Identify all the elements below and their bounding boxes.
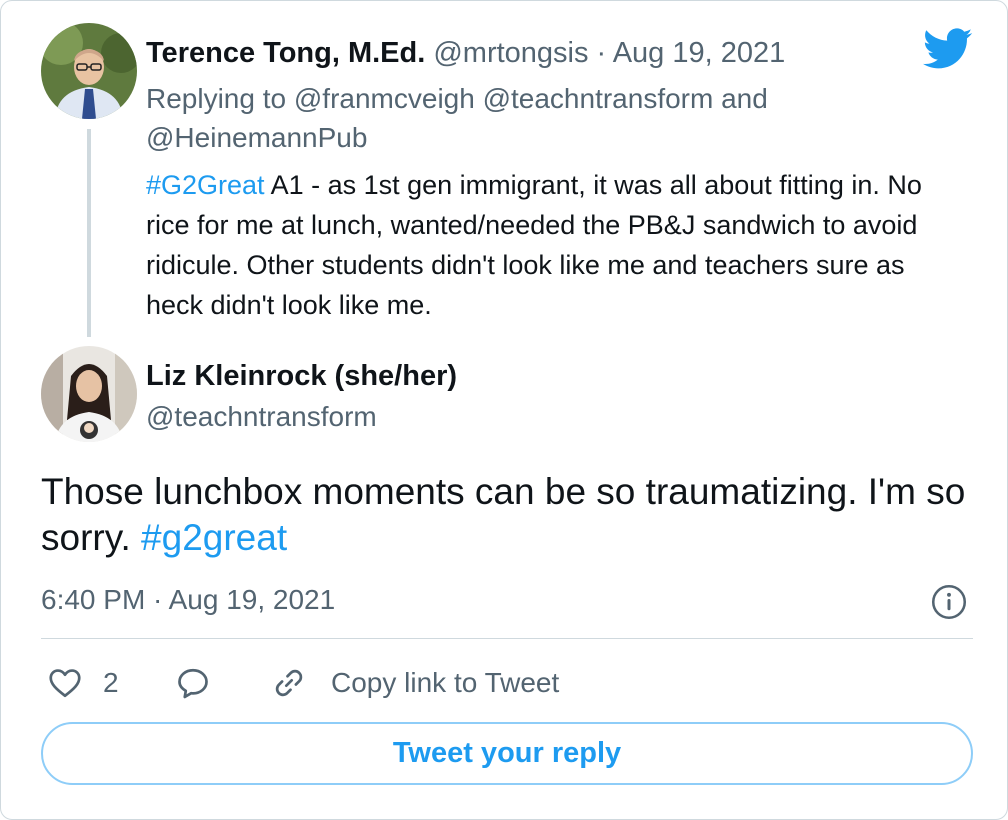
like-count: 2 — [103, 667, 119, 698]
main-author-name[interactable]: Liz Kleinrock (she/her) — [146, 358, 457, 394]
avatar-liz-kleinrock[interactable] — [41, 346, 137, 442]
parent-author-handle[interactable]: @mrtongsis — [433, 37, 588, 69]
heart-icon — [49, 669, 81, 698]
main-tweet-text: Those lunchbox moments can be so traumat… — [41, 469, 981, 561]
reply-button[interactable] — [175, 661, 211, 705]
tweet-actions-bar: 2 Copy link to Tweet — [41, 661, 973, 705]
tweet-your-reply-button[interactable]: Tweet your reply — [41, 722, 973, 785]
avatar-image — [41, 346, 137, 442]
replying-to-line: Replying to @franmcveigh @teachntransfor… — [146, 79, 866, 157]
like-button[interactable]: 2 — [47, 661, 119, 705]
copy-link-label: Copy link to Tweet — [331, 667, 560, 698]
speech-bubble-icon — [178, 668, 208, 699]
parent-tweet-date[interactable]: Aug 19, 2021 — [613, 37, 786, 69]
thread-connector-line — [87, 129, 91, 337]
twitter-bird-icon[interactable] — [923, 28, 973, 70]
parent-tweet-text: #G2Great A1 - as 1st gen immigrant, it w… — [146, 165, 966, 325]
parent-hashtag-link[interactable]: #G2Great — [146, 170, 265, 200]
copy-link-button[interactable]: Copy link to Tweet — [271, 661, 559, 705]
avatar-image — [41, 23, 137, 119]
avatar-terence-tong[interactable] — [41, 23, 137, 119]
link-icon — [275, 669, 303, 697]
divider — [41, 638, 973, 639]
tweet-timestamp[interactable]: 6:40 PM · Aug 19, 2021 — [41, 582, 335, 618]
main-hashtag-link[interactable]: #g2great — [141, 517, 287, 558]
tweet-embed-card: Terence Tong, M.Ed. @mrtongsis · Aug 19,… — [0, 0, 1008, 820]
parent-tweet-header: Terence Tong, M.Ed. @mrtongsis · Aug 19,… — [146, 35, 785, 71]
info-icon[interactable] — [931, 584, 967, 620]
replying-to-prefix: Replying to — [146, 83, 294, 114]
main-author-handle[interactable]: @teachntransform — [146, 399, 377, 435]
parent-author-name[interactable]: Terence Tong, M.Ed. — [146, 37, 425, 69]
header-separator: · — [596, 37, 607, 69]
